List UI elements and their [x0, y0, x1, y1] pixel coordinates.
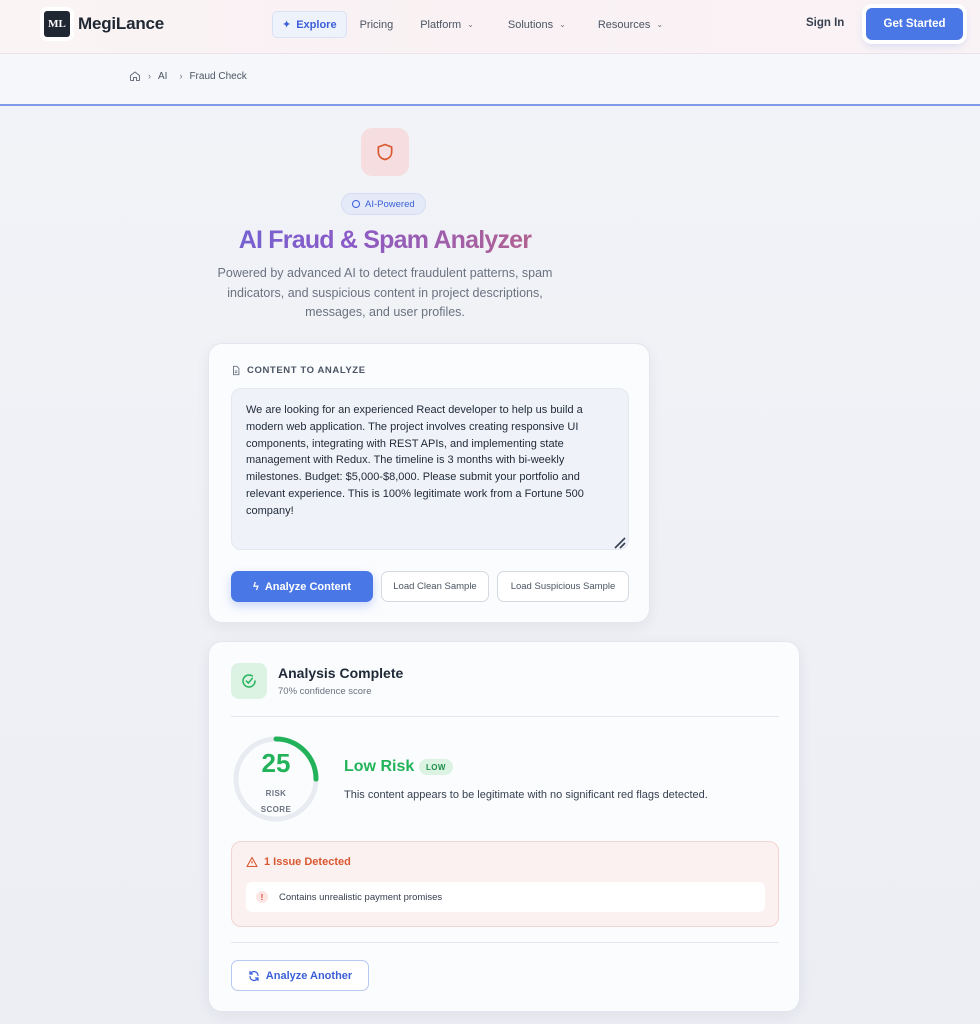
nav-explore-label: Explore — [296, 18, 337, 31]
page-subtitle: Powered by advanced AI to detect fraudul… — [217, 266, 553, 319]
nav-solutions-label: Solutions — [507, 18, 554, 31]
chevron-right-icon: › — [179, 71, 183, 81]
sign-in-link[interactable]: Sign In — [806, 17, 844, 29]
analyze-content-button[interactable]: ϟ Analyze Content — [231, 571, 373, 602]
bolt-icon: ϟ — [252, 580, 259, 593]
analyze-another-label: Analyze Another — [265, 969, 353, 982]
analyze-card: CONTENT TO ANALYZE ϟ Analyze Content Loa… — [208, 343, 650, 623]
nav-resources-label: Resources — [597, 18, 651, 31]
divider — [231, 716, 779, 717]
analysis-result-card: Analysis Complete 70% confidence score 2… — [208, 641, 800, 1012]
risk-score-value: 25 — [261, 748, 291, 778]
content-label: CONTENT TO ANALYZE — [231, 365, 366, 376]
analyze-content-label: Analyze Content — [264, 580, 351, 593]
top-navbar: ML MegiLance ✦ Explore Pricing Platform … — [0, 0, 980, 54]
chevron-down-icon: ⌄ — [467, 20, 474, 29]
risk-level-badge: LOW — [419, 759, 453, 775]
brand-name: MegiLance — [78, 14, 165, 33]
check-circle-icon — [242, 674, 256, 688]
divider — [231, 942, 779, 943]
page-title: AI Fraud & Spam Analyzer — [0, 226, 770, 255]
issues-header: 1 Issue Detected — [246, 856, 351, 868]
load-suspicious-sample-button[interactable]: Load Suspicious Sample — [497, 571, 629, 602]
issue-item: ! Contains unrealistic payment promises — [246, 882, 765, 912]
risk-description: This content appears to be legitimate wi… — [344, 789, 708, 801]
shield-icon — [352, 200, 360, 208]
risk-score-label: RISK SCORE — [232, 786, 320, 818]
brand-logo[interactable]: ML MegiLance — [38, 6, 164, 42]
main-nav: ✦ Explore Pricing Platform ⌄ Solutions ⌄… — [272, 11, 672, 38]
nav-pricing[interactable]: Pricing — [351, 12, 403, 38]
risk-label-line1: RISK — [265, 789, 287, 798]
nav-solutions[interactable]: Solutions ⌄ — [499, 12, 575, 38]
chevron-down-icon: ⌄ — [559, 20, 566, 29]
resize-handle-icon[interactable] — [611, 534, 627, 550]
content-textarea[interactable] — [231, 388, 629, 550]
issues-panel: 1 Issue Detected ! Contains unrealistic … — [231, 841, 779, 927]
warning-icon — [246, 856, 258, 868]
breadcrumb-fraud-check: Fraud Check — [189, 70, 247, 82]
logo-mark: ML — [44, 11, 70, 37]
confidence-score: 70% confidence score — [278, 686, 372, 697]
issue-text: Contains unrealistic payment promises — [279, 891, 443, 903]
shield-icon — [377, 143, 393, 161]
breadcrumb-bar: › AI › Fraud Check — [0, 54, 980, 106]
load-clean-sample-button[interactable]: Load Clean Sample — [381, 571, 489, 602]
content-label-text: CONTENT TO ANALYZE — [247, 365, 366, 376]
ai-powered-badge: AI-Powered — [341, 193, 426, 215]
risk-label-line2: SCORE — [260, 805, 292, 814]
ai-powered-label: AI-Powered — [365, 198, 415, 210]
chevron-right-icon: › — [148, 71, 151, 81]
issues-title: 1 Issue Detected — [264, 856, 351, 868]
chevron-down-icon: ⌄ — [656, 20, 664, 29]
sparkle-icon: ✦ — [282, 19, 292, 31]
alert-icon: ! — [256, 891, 268, 903]
refresh-icon — [249, 970, 259, 981]
risk-level-title: Low Risk — [344, 758, 415, 775]
nav-pricing-label: Pricing — [359, 18, 394, 31]
analyze-another-button[interactable]: Analyze Another — [231, 960, 369, 991]
breadcrumb-ai[interactable]: AI — [158, 71, 167, 82]
nav-resources[interactable]: Resources ⌄ — [589, 12, 672, 38]
result-title: Analysis Complete — [278, 665, 404, 681]
document-icon — [233, 365, 240, 376]
breadcrumb: › AI › Fraud Check — [129, 70, 247, 82]
get-started-button[interactable]: Get Started — [866, 8, 963, 40]
nav-platform-label: Platform — [420, 18, 462, 31]
nav-explore[interactable]: ✦ Explore — [272, 11, 347, 38]
check-tile — [231, 663, 267, 699]
home-icon[interactable] — [129, 70, 141, 82]
nav-platform[interactable]: Platform ⌄ — [411, 12, 483, 38]
shield-tile — [361, 128, 409, 176]
